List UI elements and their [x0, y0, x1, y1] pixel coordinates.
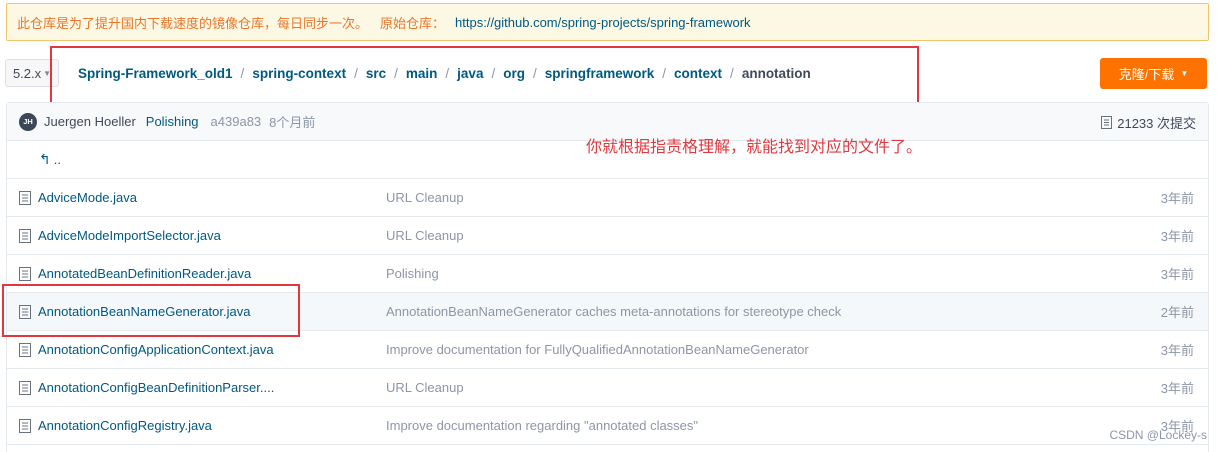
commit-count-link[interactable]: 21233 次提交: [1101, 103, 1196, 141]
file-row[interactable]: AnnotationConfigRegistry.java Improve do…: [7, 407, 1208, 445]
file-row[interactable]: AnnotationBeanNameGenerator.java Annotat…: [7, 293, 1208, 331]
file-row[interactable]: AnnotationConfigBeanDefinitionParser....…: [7, 369, 1208, 407]
breadcrumb-separator: /: [730, 66, 734, 81]
file-icon: [19, 190, 31, 205]
file-time: 3年前: [1160, 343, 1194, 358]
breadcrumb-separator: /: [662, 66, 667, 81]
file-icon: [19, 418, 31, 433]
breadcrumb-separator: /: [491, 66, 496, 81]
file-commit-message[interactable]: AnnotationBeanNameGenerator caches meta-…: [386, 304, 841, 319]
breadcrumb-separator: /: [394, 66, 398, 81]
commit-message[interactable]: Polishing: [146, 114, 199, 129]
breadcrumb-separator: /: [354, 66, 358, 81]
file-commit-message[interactable]: Improve documentation regarding "annotat…: [386, 418, 698, 433]
file-icon: [19, 228, 31, 243]
clone-download-label: 克隆/下载: [1118, 67, 1175, 82]
origin-repo-label: 原始仓库：: [380, 15, 446, 31]
breadcrumb-current: annotation: [741, 66, 811, 81]
breadcrumb: Spring-Framework_old1 / spring-context /…: [78, 66, 811, 81]
commits-icon: [1101, 115, 1113, 129]
commit-count: 21233 次提交: [1117, 115, 1196, 131]
breadcrumb-item[interactable]: context: [674, 66, 722, 81]
commit-sha[interactable]: a439a83: [211, 114, 262, 129]
file-row[interactable]: AdviceModeImportSelector.java URL Cleanu…: [7, 217, 1208, 255]
breadcrumb-item[interactable]: main: [406, 66, 438, 81]
breadcrumb-item[interactable]: spring-context: [252, 66, 346, 81]
file-commit-message[interactable]: Polishing: [386, 266, 439, 281]
breadcrumb-item[interactable]: Spring-Framework_old1: [78, 66, 233, 81]
file-icon: [19, 380, 31, 395]
file-row[interactable]: AdviceMode.java URL Cleanup 3年前: [7, 179, 1208, 217]
file-name[interactable]: AnnotationBeanNameGenerator.java: [38, 304, 250, 319]
breadcrumb-item[interactable]: java: [457, 66, 483, 81]
file-time: 3年前: [1160, 229, 1194, 244]
file-commit-message[interactable]: Improve documentation for FullyQualified…: [386, 342, 809, 357]
annotation-note: 你就根据指责格理解，就能找到对应的文件了。: [586, 139, 923, 156]
breadcrumb-separator: /: [532, 66, 537, 81]
file-name[interactable]: AdviceMode.java: [38, 190, 137, 205]
parent-directory-label: ..: [53, 152, 61, 167]
breadcrumb-separator: /: [445, 66, 450, 81]
file-commit-message[interactable]: URL Cleanup: [386, 190, 464, 205]
branch-value: 5.2.x: [12, 65, 42, 81]
file-time: 3年前: [1160, 381, 1194, 396]
file-icon: [19, 304, 31, 319]
file-commit-message[interactable]: URL Cleanup: [386, 228, 464, 243]
branch-select[interactable]: 5.2.x ▼: [5, 59, 59, 87]
breadcrumb-item[interactable]: springframework: [545, 66, 655, 81]
clone-download-button[interactable]: 克隆/下载 ▼: [1100, 58, 1207, 89]
chevron-down-icon: ▼: [43, 68, 52, 78]
mirror-notice-bar: 此仓库是为了提升国内下载速度的镜像仓库，每日同步一次。 原始仓库： https:…: [6, 3, 1209, 41]
breadcrumb-separator: /: [240, 66, 245, 81]
chevron-down-icon: ▼: [1180, 69, 1189, 78]
file-row[interactable]: AnnotationConfigApplicationContext.java …: [7, 331, 1208, 369]
watermark: CSDN @Lockey-s: [1109, 428, 1207, 442]
file-name[interactable]: AnnotatedBeanDefinitionReader.java: [38, 266, 251, 281]
arrow-back-icon: ↰: [39, 151, 51, 167]
file-time: 2年前: [1160, 305, 1194, 320]
breadcrumb-item[interactable]: src: [366, 66, 386, 81]
file-commit-message[interactable]: URL Cleanup: [386, 380, 464, 395]
mirror-notice-text: 此仓库是为了提升国内下载速度的镜像仓库，每日同步一次。: [17, 15, 369, 31]
file-icon: [19, 266, 31, 281]
file-name[interactable]: AnnotationConfigBeanDefinitionParser....: [38, 380, 274, 395]
file-name[interactable]: AnnotationConfigRegistry.java: [38, 418, 212, 433]
commit-time: 8个月前: [269, 115, 316, 130]
file-name[interactable]: AdviceModeImportSelector.java: [38, 228, 221, 243]
file-icon: [19, 342, 31, 357]
avatar[interactable]: JH: [19, 112, 37, 131]
file-time: 3年前: [1160, 191, 1194, 206]
file-time: 3年前: [1160, 267, 1194, 282]
commit-author[interactable]: Juergen Hoeller: [44, 114, 136, 129]
file-row[interactable]: AnnotatedBeanDefinitionReader.java Polis…: [7, 255, 1208, 293]
origin-repo-link[interactable]: https://github.com/spring-projects/sprin…: [455, 15, 751, 30]
breadcrumb-item[interactable]: org: [503, 66, 525, 81]
file-name[interactable]: AnnotationConfigApplicationContext.java: [38, 342, 274, 357]
